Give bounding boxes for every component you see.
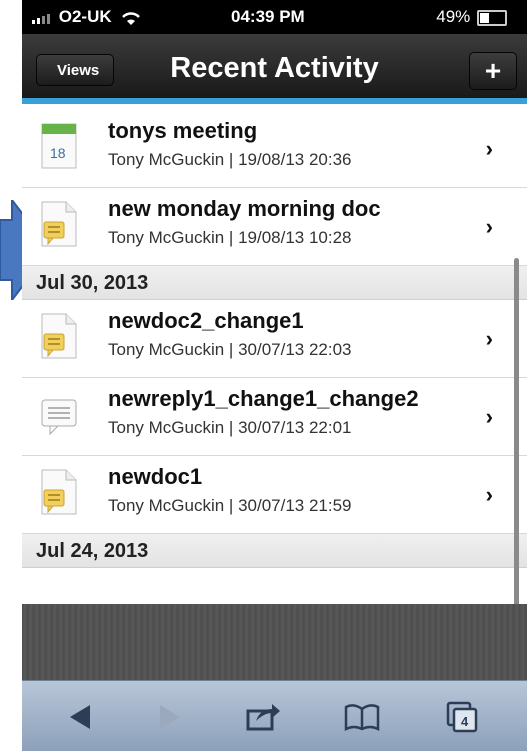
battery-percent: 49% bbox=[436, 7, 471, 26]
item-title: new monday morning doc bbox=[108, 196, 381, 221]
chevron-right-icon: › bbox=[485, 482, 493, 507]
carrier-group: O2-UK bbox=[32, 7, 142, 27]
calendar-icon: 18 bbox=[41, 123, 77, 169]
phone-screen: O2-UK 04:39 PM 49% Views Recent Activity… bbox=[22, 0, 527, 751]
tabs-icon[interactable]: 4 bbox=[442, 699, 482, 735]
browser-toolbar: 4 bbox=[22, 680, 527, 751]
tabs-count: 4 bbox=[461, 714, 469, 729]
section-header: Jul 24, 2013 bbox=[22, 534, 527, 568]
item-meta: Tony McGuckin | 30/07/13 22:01 bbox=[108, 418, 352, 437]
list-item[interactable]: newdoc2_change1 Tony McGuckin | 30/07/13… bbox=[22, 300, 527, 378]
item-meta: Tony McGuckin | 30/07/13 22:03 bbox=[108, 340, 352, 359]
item-meta: Tony McGuckin | 19/08/13 10:28 bbox=[108, 228, 352, 247]
list-item[interactable]: new monday morning doc Tony McGuckin | 1… bbox=[22, 188, 527, 266]
status-bar: O2-UK 04:39 PM 49% bbox=[22, 0, 527, 34]
item-title: tonys meeting bbox=[108, 118, 258, 143]
battery-group: 49% bbox=[436, 7, 507, 27]
add-button[interactable]: + bbox=[469, 52, 517, 90]
list-item[interactable]: 18 tonys meeting Tony McGuckin | 19/08/1… bbox=[22, 110, 527, 188]
clock: 04:39 PM bbox=[231, 7, 305, 26]
reply-icon bbox=[41, 399, 77, 436]
section-header: Jul 30, 2013 bbox=[22, 266, 527, 300]
calendar-day-label: 18 bbox=[50, 145, 66, 161]
page-title: Recent Activity bbox=[170, 52, 379, 84]
chevron-right-icon: › bbox=[485, 136, 493, 161]
chevron-right-icon: › bbox=[485, 326, 493, 351]
share-icon[interactable] bbox=[242, 699, 282, 735]
document-icon bbox=[41, 469, 77, 515]
document-icon bbox=[41, 201, 77, 247]
item-title: newreply1_change1_change2 bbox=[108, 386, 419, 411]
back-arrow-icon[interactable] bbox=[60, 699, 100, 735]
signal-icon bbox=[32, 13, 50, 24]
carrier-name: O2-UK bbox=[58, 7, 112, 26]
item-meta: Tony McGuckin | 19/08/13 20:36 bbox=[108, 150, 352, 169]
wifi-icon bbox=[122, 11, 141, 25]
item-meta: Tony McGuckin | 30/07/13 21:59 bbox=[108, 496, 352, 515]
bookmarks-icon[interactable] bbox=[342, 699, 382, 735]
page-background bbox=[22, 604, 527, 680]
list-item[interactable]: newreply1_change1_change2 Tony McGuckin … bbox=[22, 378, 527, 456]
battery-icon bbox=[477, 9, 507, 26]
item-title: newdoc1 bbox=[108, 464, 203, 489]
chevron-right-icon: › bbox=[485, 404, 493, 429]
item-title: newdoc2_change1 bbox=[108, 308, 304, 333]
activity-list: 18 tonys meeting Tony McGuckin | 19/08/1… bbox=[22, 110, 527, 568]
forward-arrow-icon[interactable] bbox=[150, 699, 190, 735]
list-item[interactable]: newdoc1 Tony McGuckin | 30/07/13 21:59 › bbox=[22, 456, 527, 534]
navigation-bar: Views Recent Activity + bbox=[22, 34, 527, 104]
chevron-right-icon: › bbox=[485, 214, 493, 239]
document-icon bbox=[41, 313, 77, 359]
